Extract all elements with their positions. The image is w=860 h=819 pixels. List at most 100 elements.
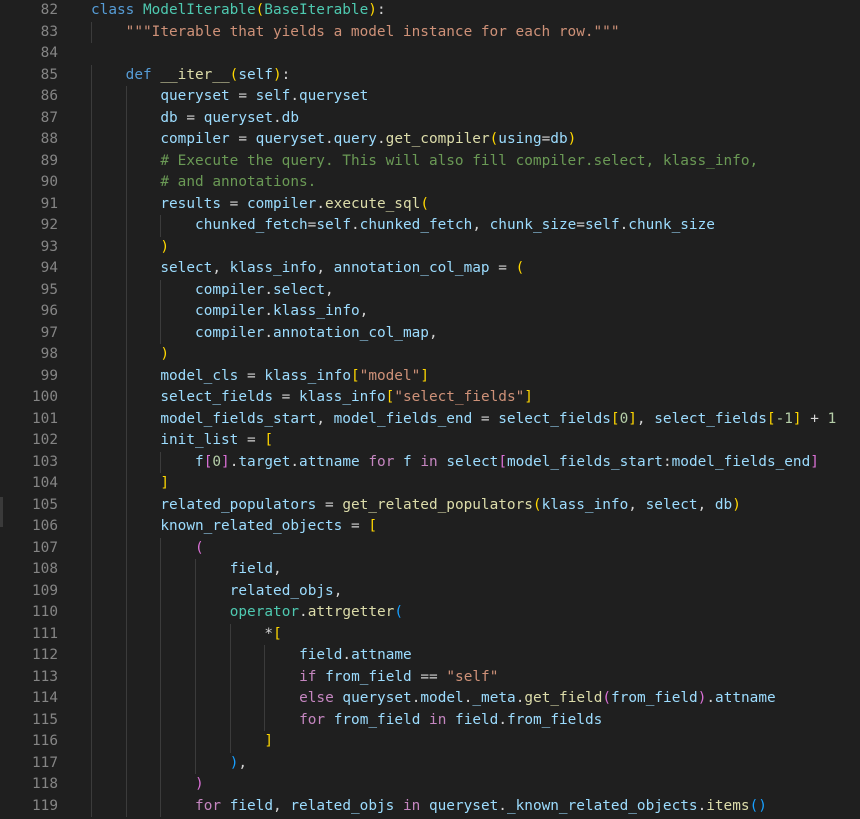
- code-line[interactable]: 97 compiler.annotation_col_map,: [0, 322, 860, 344]
- code-token: queryset: [342, 690, 412, 706]
- code-line[interactable]: 89 # Execute the query. This will also fi…: [0, 150, 860, 172]
- line-number: 118: [32, 776, 58, 792]
- code-token: .: [299, 604, 308, 620]
- code-line[interactable]: 103 f[0].target.attname for f in select[m…: [0, 451, 860, 473]
- indent-guide: [264, 688, 266, 710]
- code-line[interactable]: 104]: [0, 473, 860, 495]
- code-line[interactable]: 83 """Iterable that yields a model instan…: [0, 21, 860, 43]
- indent-guide: [91, 172, 92, 194]
- code-line[interactable]: 92 chunked_fetch=self.chunked_fetch, chun…: [0, 215, 860, 237]
- code-line[interactable]: 116]: [0, 731, 860, 753]
- code-token: .: [273, 109, 282, 126]
- code-token: select: [273, 281, 325, 298]
- code-line[interactable]: 111 *[: [0, 623, 860, 645]
- code-token: attname: [299, 453, 360, 470]
- code-line[interactable]: 109 related_objs,: [0, 580, 860, 602]
- code-line[interactable]: 105 related_populators = get_related_popu…: [0, 494, 860, 516]
- code-line[interactable]: 113 if from_field == "self": [0, 666, 860, 688]
- code-line[interactable]: 85 def __iter__(self):: [0, 64, 860, 86]
- code-line[interactable]: 119 for field, related_objs in queryset._…: [0, 795, 860, 818]
- indent-guide: [125, 731, 127, 753]
- code-line[interactable]: 86 queryset = self.queryset: [0, 86, 860, 108]
- indent-guide: [91, 107, 92, 129]
- indent-guide: [160, 215, 162, 237]
- code-line[interactable]: 93): [0, 236, 860, 258]
- indent-guide: [160, 666, 162, 688]
- line-number: 105: [32, 496, 58, 513]
- code-text: (: [195, 538, 204, 560]
- code-line[interactable]: 87 db = queryset.db: [0, 107, 860, 129]
- code-line[interactable]: 91 results = compiler.execute_sql(: [0, 193, 860, 216]
- code-token: [: [264, 432, 274, 448]
- code-text: compiler.klass_info,: [195, 301, 368, 323]
- indent-guide: [160, 301, 162, 323]
- code-line[interactable]: 99 model_cls = klass_info["model"]: [0, 365, 860, 388]
- code-line[interactable]: 90 # and annotations.: [0, 172, 860, 194]
- line-number: 89: [40, 152, 58, 169]
- indent-guide: [195, 645, 197, 667]
- indent-guide: [91, 516, 92, 538]
- indent-guide: [91, 64, 92, 86]
- line-number: 114: [32, 690, 58, 706]
- indent-guide: [125, 430, 127, 452]
- code-text: operator.attrgetter(: [230, 602, 403, 624]
- indent-guide: [125, 774, 127, 796]
- code-token: ]: [810, 453, 819, 470]
- indent-guide: [229, 709, 231, 731]
- code-token: =: [576, 217, 585, 233]
- code-line[interactable]: 98): [0, 344, 860, 366]
- code-token: 1: [827, 410, 837, 427]
- code-line[interactable]: 117),: [0, 752, 860, 774]
- code-line[interactable]: 107 (: [0, 537, 860, 560]
- line-number: 119: [32, 797, 58, 814]
- code-token: select: [446, 453, 499, 470]
- code-token: ): [160, 238, 170, 255]
- indent-guide: [125, 451, 127, 473]
- code-line[interactable]: 82 class ModelIterable(BaseIterable):: [0, 0, 860, 22]
- indent-guide: [160, 580, 162, 602]
- code-line[interactable]: 106 known_related_objects = [: [0, 516, 860, 538]
- code-token: =: [316, 496, 343, 513]
- code-token: model_fields_start: [507, 453, 663, 470]
- code-token: .: [316, 195, 325, 212]
- code-text: model_cls = klass_info["model"]: [160, 366, 429, 388]
- code-text: known_related_objects = [: [160, 516, 377, 538]
- code-line[interactable]: 114 else queryset.model._meta.get_field(f…: [0, 688, 860, 710]
- code-token: ]: [221, 453, 230, 470]
- code-line[interactable]: 94 select, klass_info, annotation_col_map…: [0, 258, 860, 280]
- code-token: self: [238, 66, 273, 83]
- code-line[interactable]: 96 compiler.klass_info,: [0, 301, 860, 323]
- code-line[interactable]: 101 model_fields_start, model_fields_end …: [0, 408, 860, 431]
- code-line[interactable]: 102 init_list = [: [0, 430, 860, 452]
- code-line[interactable]: 118): [0, 774, 860, 796]
- code-token: from_field: [333, 711, 421, 728]
- code-line[interactable]: 88 compiler = queryset.query.get_compiler…: [0, 129, 860, 151]
- code-line[interactable]: 112 field.attname: [0, 645, 860, 667]
- code-token: ): [368, 2, 377, 18]
- line-number: 94: [40, 260, 58, 276]
- code-line[interactable]: 100 select_fields = klass_info["select_fi…: [0, 387, 860, 409]
- code-token: ,: [636, 410, 655, 427]
- code-text: for field, related_objs in queryset._kno…: [195, 796, 767, 818]
- code-text: model_fields_start, model_fields_end = s…: [160, 409, 836, 431]
- line-number: 104: [32, 475, 58, 491]
- code-token: .: [498, 711, 508, 728]
- indent-guide: [125, 322, 127, 344]
- line-number: 110: [32, 604, 58, 620]
- code-line[interactable]: 84: [0, 43, 860, 65]
- code-line[interactable]: 95 compiler.select,: [0, 279, 860, 301]
- line-number: 112: [32, 647, 58, 663]
- indent-guide: [91, 301, 92, 323]
- code-line[interactable]: 115 for from_field in field.from_fields: [0, 709, 860, 731]
- indent-guide: [91, 365, 92, 387]
- code-token: from_field: [325, 668, 412, 685]
- code-line[interactable]: 108 field,: [0, 559, 860, 581]
- indent-guide: [125, 258, 127, 280]
- code-token: if: [299, 668, 326, 685]
- code-token: (: [515, 260, 525, 276]
- code-token: related_objs: [229, 582, 334, 599]
- code-editor[interactable]: 82 class ModelIterable(BaseIterable): 83 ""…: [0, 0, 860, 819]
- code-token: .: [290, 88, 299, 104]
- code-line[interactable]: 110 operator.attrgetter(: [0, 602, 860, 624]
- code-text: results = compiler.execute_sql(: [160, 194, 429, 216]
